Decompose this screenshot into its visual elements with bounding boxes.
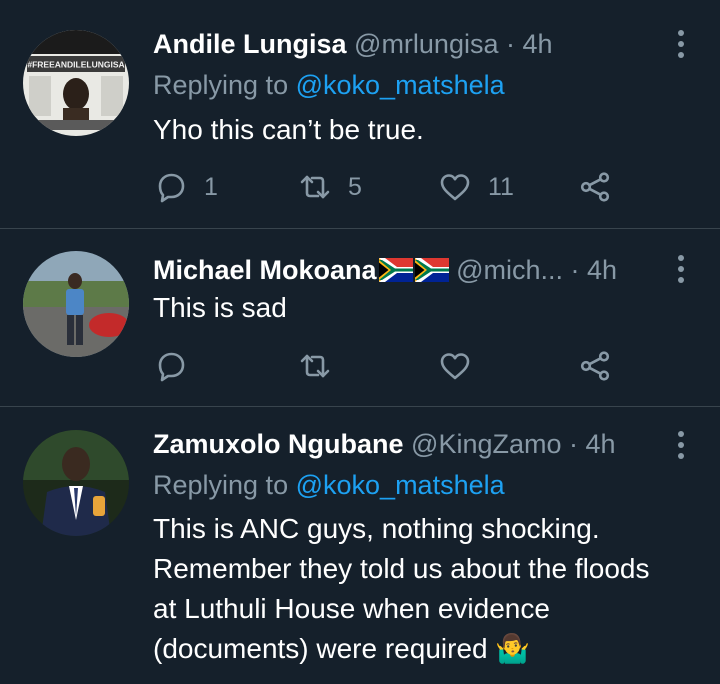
tweet-michael-mokoana[interactable]: Michael Mokoana @mich... · 4h This is sa…	[0, 229, 720, 406]
more-vertical-icon[interactable]	[676, 431, 686, 461]
tweet-header: Zamuxolo Ngubane @KingZamo · 4h	[153, 428, 660, 460]
tweet-text-line: at Luthuli House when evidence	[153, 593, 550, 624]
timestamp[interactable]: 4h	[523, 29, 553, 59]
user-handle[interactable]: @mich...	[456, 255, 563, 285]
tweet-zamuxolo-ngubane[interactable]: Zamuxolo Ngubane @KingZamo · 4h Replying…	[0, 407, 720, 684]
more-vertical-icon[interactable]	[676, 30, 686, 60]
south-africa-flag-icon	[378, 258, 413, 282]
mention-link[interactable]: @koko_matshela	[296, 470, 505, 500]
heart-icon	[440, 353, 470, 380]
avatar[interactable]: #FREEANDILELUNGISA	[23, 30, 129, 136]
share-button[interactable]	[579, 169, 611, 205]
reply-button[interactable]: 1	[155, 169, 218, 205]
tweet-header: Andile Lungisa @mrlungisa · 4h	[153, 28, 660, 60]
replying-to: Replying to @koko_matshela	[153, 69, 505, 101]
avatar-banner-text: #FREEANDILELUNGISA	[27, 60, 124, 70]
heart-icon	[440, 174, 470, 201]
display-name[interactable]: Andile Lungisa	[153, 29, 347, 59]
south-africa-flag-icon	[414, 258, 449, 282]
avatar[interactable]	[23, 251, 129, 357]
tweet-text: This is sad	[153, 292, 287, 323]
reply-button[interactable]	[155, 348, 187, 384]
like-button[interactable]: 11	[439, 169, 514, 205]
reply-icon	[158, 173, 185, 203]
retweet-button[interactable]: 5	[299, 169, 362, 205]
tweet-actions	[153, 348, 633, 384]
reply-count: 1	[204, 172, 218, 201]
share-button[interactable]	[579, 348, 611, 384]
share-icon	[580, 351, 610, 381]
reply-thread: #FREEANDILELUNGISA Andile Lungisa @mrlun…	[0, 0, 720, 684]
retweet-button[interactable]	[299, 348, 331, 384]
tweet-andile-lungisa[interactable]: #FREEANDILELUNGISA Andile Lungisa @mrlun…	[0, 0, 720, 228]
mention-link[interactable]: @koko_matshela	[296, 70, 505, 100]
avatar[interactable]	[23, 430, 129, 536]
separator: ·	[569, 429, 579, 459]
tweet-text-line: (documents) were required 🤷‍♂️	[153, 633, 531, 664]
user-handle[interactable]: @mrlungisa	[354, 29, 498, 59]
more-vertical-icon[interactable]	[676, 255, 686, 285]
user-handle[interactable]: @KingZamo	[411, 429, 561, 459]
reply-icon	[158, 352, 185, 382]
retweet-count: 5	[348, 172, 362, 201]
separator: ·	[570, 255, 580, 285]
tweet-text: Yho this can’t be true.	[153, 114, 424, 145]
tweet-header: Michael Mokoana @mich... · 4h	[153, 254, 660, 286]
timestamp[interactable]: 4h	[587, 255, 617, 285]
retweet-icon	[300, 175, 330, 199]
share-icon	[580, 172, 610, 202]
tweet-text-line: This is ANC guys, nothing shocking.	[153, 513, 600, 544]
like-button[interactable]	[439, 348, 471, 384]
display-name[interactable]: Michael Mokoana	[153, 255, 377, 285]
display-name[interactable]: Zamuxolo Ngubane	[153, 429, 404, 459]
like-count: 11	[488, 172, 514, 201]
replying-prefix: Replying to	[153, 70, 289, 100]
timestamp[interactable]: 4h	[586, 429, 616, 459]
replying-to: Replying to @koko_matshela	[153, 469, 505, 501]
tweet-actions: 1 5 11	[153, 169, 633, 205]
retweet-icon	[300, 354, 330, 378]
replying-prefix: Replying to	[153, 470, 289, 500]
tweet-text: This is ANC guys, nothing shocking. Reme…	[153, 509, 700, 669]
separator: ·	[506, 29, 515, 59]
tweet-text-line: Remember they told us about the floods	[153, 553, 650, 584]
